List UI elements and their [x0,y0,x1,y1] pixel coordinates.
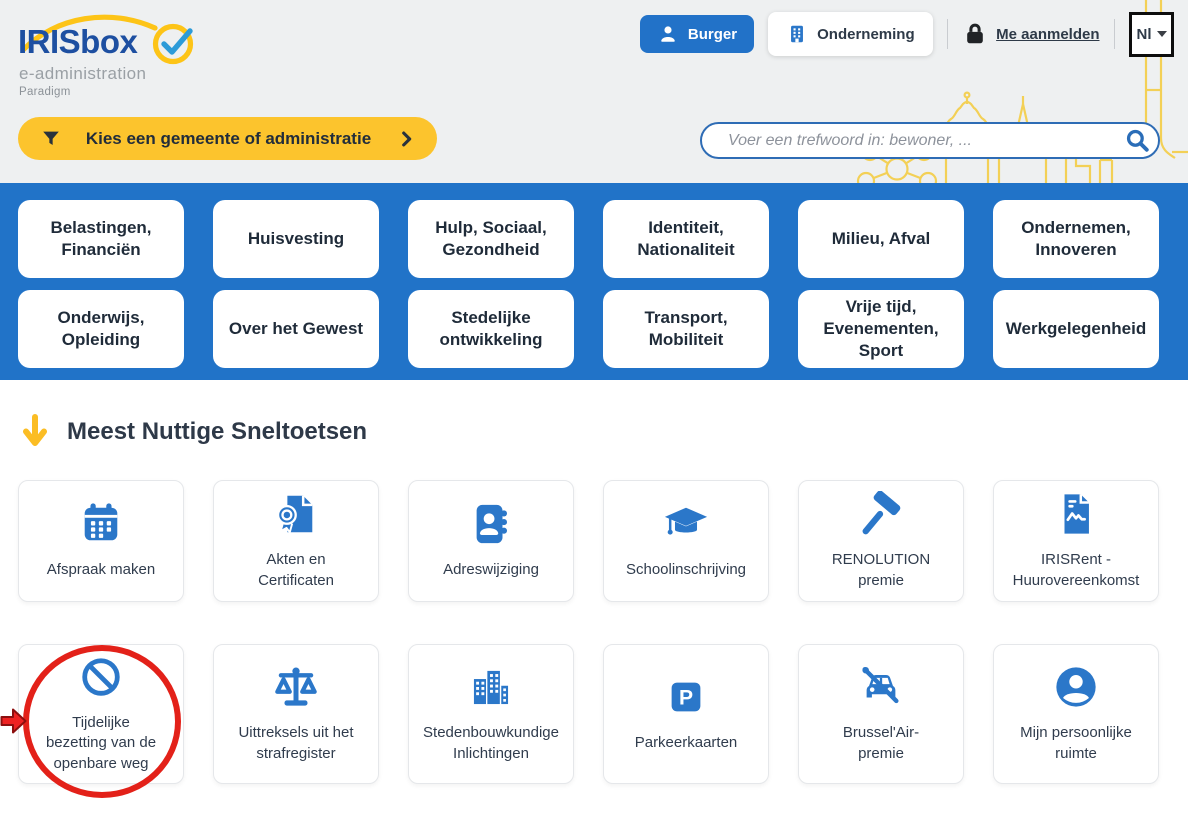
category-over-het-gewest[interactable]: Over het Gewest [213,290,379,368]
scales-icon [273,664,319,710]
shortcut-label: Tijdelijke bezetting van de openbare weg [46,713,156,774]
city-buildings-icon [468,664,514,710]
language-selected: Nl [1137,26,1152,43]
building-icon [786,23,808,45]
shortcut-stedenbouwkundige-inlichtingen[interactable]: Stedenbouwkundige Inlichtingen [408,644,574,784]
shortcut-label: Brussel'Air- premie [843,723,919,764]
shortcuts-section: Meest Nuttige Sneltoetsen Afspraak maken [0,380,1188,784]
category-vrije-tijd-evenementen-sport[interactable]: Vrije tijd, Evenementen, Sport [798,290,964,368]
person-icon [657,23,679,45]
onderneming-button[interactable]: Onderneming [768,12,933,56]
category-band: Belastingen, Financiën Huisvesting Hulp,… [0,183,1188,380]
logo-title: IRISbox [18,23,137,61]
shortcut-label: Parkeerkaarten [635,733,738,753]
shortcuts-grid: Afspraak maken Akten en Certificaten [18,480,1188,784]
shortcut-parkeerkaarten[interactable]: P Parkeerkaarten [603,644,769,784]
address-book-icon [468,501,514,547]
search-button[interactable] [1124,127,1150,153]
shortcut-label: Akten en Certificaten [258,550,334,591]
language-selector[interactable]: Nl [1129,12,1174,57]
search-input[interactable] [700,122,1160,159]
account-row: Burger Onderneming Me aanmelden Nl [640,10,1174,58]
shortcuts-heading: Meest Nuttige Sneltoetsen [67,418,367,446]
car-slash-icon [858,664,904,710]
onderneming-button-label: Onderneming [817,26,915,43]
shortcut-afspraak-maken[interactable]: Afspraak maken [18,480,184,602]
burger-button[interactable]: Burger [640,15,754,53]
category-stedelijke-ontwikkeling[interactable]: Stedelijke ontwikkeling [408,290,574,368]
shortcut-label: Schoolinschrijving [626,560,746,580]
chevron-right-icon [395,128,417,150]
category-werkgelegenheid[interactable]: Werkgelegenheid [993,290,1159,368]
category-belastingen-financien[interactable]: Belastingen, Financiën [18,200,184,278]
logo-subtitle: e-administration [19,64,146,84]
shortcut-label: Stedenbouwkundige Inlichtingen [423,723,559,764]
category-milieu-afval[interactable]: Milieu, Afval [798,200,964,278]
choose-municipality-label: Kies een gemeente of administratie [62,129,395,149]
svg-text:P: P [679,687,693,710]
certificate-icon [273,491,319,537]
shortcut-adreswijziging[interactable]: Adreswijziging [408,480,574,602]
header: IRISbox e-administration Paradigm Burger… [0,0,1188,183]
down-arrow-icon [22,414,48,450]
shortcut-label: Mijn persoonlijke ruimte [1020,723,1132,764]
rental-contract-icon [1053,491,1099,537]
irisbox-logo[interactable]: IRISbox e-administration Paradigm [16,6,226,106]
logo-tagline: Paradigm [19,86,71,98]
graduation-cap-icon [663,501,709,547]
search-icon [1124,127,1150,153]
parking-icon: P [663,674,709,720]
shortcut-label: RENOLUTION premie [832,550,930,591]
choose-municipality-button[interactable]: Kies een gemeente of administratie [18,117,437,160]
login-link[interactable]: Me aanmelden [962,21,1099,47]
burger-button-label: Burger [688,26,737,43]
divider [947,19,949,49]
shortcut-irisrent-huurovereenkomst[interactable]: IRISRent - Huurovereenkomst [993,480,1159,602]
shortcut-label: IRISRent - Huurovereenkomst [1013,550,1140,591]
category-huisvesting[interactable]: Huisvesting [213,200,379,278]
person-circle-icon [1053,664,1099,710]
category-grid: Belastingen, Financiën Huisvesting Hulp,… [18,200,1188,368]
shortcut-akten-en-certificaten[interactable]: Akten en Certificaten [213,480,379,602]
caret-down-icon [1157,31,1167,37]
prohibition-icon [78,654,124,700]
lock-icon [962,21,988,47]
shortcut-renolution-premie[interactable]: RENOLUTION premie [798,480,964,602]
shortcuts-heading-row: Meest Nuttige Sneltoetsen [22,414,1188,450]
category-hulp-sociaal-gezondheid[interactable]: Hulp, Sociaal, Gezondheid [408,200,574,278]
shortcut-uittreksels-strafregister[interactable]: Uittreksels uit het strafregister [213,644,379,784]
calendar-icon [78,501,124,547]
filter-icon [40,128,62,150]
search-bar [700,122,1160,159]
shortcut-brussel-air-premie[interactable]: Brussel'Air- premie [798,644,964,784]
login-label: Me aanmelden [996,26,1099,43]
category-onderwijs-opleiding[interactable]: Onderwijs, Opleiding [18,290,184,368]
category-identiteit-nationaliteit[interactable]: Identiteit, Nationaliteit [603,200,769,278]
irisbox-homepage: IRISbox e-administration Paradigm Burger… [0,0,1188,813]
shortcut-tijdelijke-bezetting-openbare-weg[interactable]: Tijdelijke bezetting van de openbare weg [18,644,184,784]
shortcut-mijn-persoonlijke-ruimte[interactable]: Mijn persoonlijke ruimte [993,644,1159,784]
divider [1114,19,1116,49]
shortcut-label: Uittreksels uit het strafregister [238,723,353,764]
shortcut-schoolinschrijving[interactable]: Schoolinschrijving [603,480,769,602]
hammer-icon [858,491,904,537]
category-ondernemen-innoveren[interactable]: Ondernemen, Innoveren [993,200,1159,278]
shortcut-label: Afspraak maken [47,560,155,580]
category-transport-mobiliteit[interactable]: Transport, Mobiliteit [603,290,769,368]
shortcut-label: Adreswijziging [443,560,539,580]
